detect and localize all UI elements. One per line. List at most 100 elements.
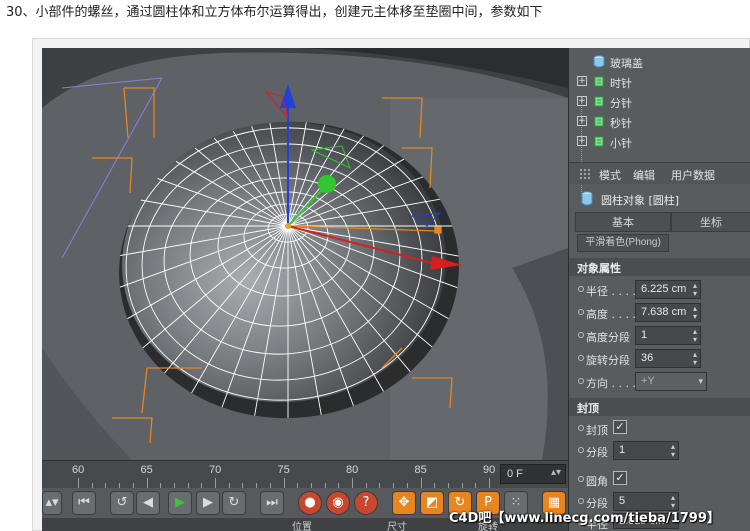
fillet-segments-value: 5 [619, 495, 626, 507]
tab-basic[interactable]: 基本 [575, 212, 671, 232]
expand-icon[interactable]: + [577, 116, 587, 126]
object-list-label: 玻璃盖 [610, 57, 643, 70]
null-object-icon [594, 96, 604, 107]
radius-row: 半径 . . . . 6.225 cm ▴ ▾ [569, 280, 750, 300]
spinner-icon[interactable]: ▴▾ [693, 351, 697, 367]
previous-frame-icon[interactable]: ◀ [136, 491, 160, 515]
spinner-icon[interactable]: ▴▾ [693, 305, 697, 321]
next-frame-icon[interactable]: ▶ [196, 491, 220, 515]
cap-segments-label: 分段 [586, 446, 608, 459]
position-label: 位置 [292, 522, 312, 531]
cap-label: 封顶 [586, 424, 608, 437]
cap-segments-field[interactable]: 1 ▴ ▾ [613, 441, 679, 460]
z-axis-handle[interactable] [318, 175, 336, 193]
timeline-ruler[interactable]: 60 65 70 75 80 85 90 0 F ▴▾ [42, 460, 568, 488]
fillet-checkbox[interactable]: ✓ [613, 471, 627, 485]
animate-dot-icon[interactable] [578, 498, 584, 504]
right-panel: 玻璃盖 + 时针 + 分针 + 秒针 + 小针 模式 编辑 用户数据 圆柱对象 [圆柱] 基本 … [568, 48, 750, 531]
cylinder-icon [581, 191, 593, 206]
object-list-item[interactable]: + 时针 [569, 72, 750, 92]
radius-value: 6.225 cm [641, 283, 687, 295]
play-icon[interactable]: ▶ [168, 491, 192, 515]
fillet-label: 圆角 [586, 475, 608, 488]
spinner-icon[interactable]: ▴▾ [693, 328, 697, 344]
go-to-end-icon[interactable]: ⏭ [260, 491, 284, 515]
null-object-icon [594, 76, 604, 87]
timeline-tick [283, 478, 285, 488]
grip-icon [579, 168, 591, 180]
cap-checkbox[interactable]: ✓ [613, 420, 627, 434]
expand-icon[interactable]: + [577, 76, 587, 86]
3d-viewport[interactable] [42, 48, 568, 460]
height-label: 高度 . . . . [586, 308, 636, 321]
tab-phong[interactable]: 平滑着色(Phong) [577, 234, 669, 252]
page-caption: 30、小部件的螺丝，通过圆柱体和立方体布尔运算得出，创建元主体移至垫圈中间，参数… [6, 5, 543, 20]
caps-header: 封顶 [569, 398, 750, 416]
chevron-down-icon[interactable]: ▾ [698, 377, 703, 386]
timeline-tick [489, 478, 490, 488]
expand-icon[interactable]: + [577, 136, 587, 146]
animate-dot-icon[interactable] [578, 332, 584, 338]
rotation-segments-label: 旋转分段 [586, 354, 630, 367]
go-to-start-icon[interactable]: ⏮ [72, 491, 96, 515]
radius-field[interactable]: 6.225 cm ▴ ▾ [635, 280, 701, 299]
spinner-icon[interactable]: ▴▾ [671, 443, 675, 459]
object-list-label: 时针 [610, 77, 632, 90]
height-field[interactable]: 7.638 cm ▴ ▾ [635, 303, 701, 322]
scale-tool-icon[interactable]: ◩ [420, 491, 444, 515]
timeline-tick [146, 478, 148, 488]
animate-dot-icon[interactable] [578, 425, 584, 431]
spinner-icon[interactable]: ▴▾ [42, 491, 62, 515]
animate-dot-icon[interactable] [578, 286, 584, 292]
animate-dot-icon[interactable] [578, 355, 584, 361]
object-list-item[interactable]: 玻璃盖 [569, 52, 750, 72]
object-list-label: 小针 [610, 137, 632, 150]
radius-label: 半径 . . . . [586, 285, 636, 298]
rotation-segments-value: 36 [641, 352, 654, 364]
height-value: 7.638 cm [641, 306, 687, 318]
orientation-dropdown[interactable]: +Y ▾ [635, 372, 707, 391]
next-keyframe-icon[interactable]: ↻ [222, 491, 246, 515]
object-list-item[interactable]: + 分针 [569, 92, 750, 112]
cylinder-icon [593, 55, 605, 68]
timeline-tick-label: 65 [140, 464, 153, 476]
expand-icon[interactable]: + [577, 96, 587, 106]
timeline-tick [352, 478, 353, 488]
attribute-menubar: 模式 编辑 用户数据 [569, 162, 750, 184]
autokey-icon[interactable]: ◉ [326, 491, 350, 515]
menu-userdata[interactable]: 用户数据 [671, 167, 715, 183]
timeline-tick-label: 60 [72, 464, 85, 476]
timeline-tick [215, 478, 216, 488]
object-list-item[interactable]: + 小针 [569, 132, 750, 152]
animate-dot-icon[interactable] [578, 378, 584, 384]
frame-spinner-icon[interactable]: ▴▾ [551, 467, 561, 478]
current-frame-value: 0 F [507, 468, 523, 480]
animate-dot-icon[interactable] [578, 476, 584, 482]
menu-edit[interactable]: 编辑 [633, 167, 655, 183]
viewport-scene [42, 48, 568, 460]
timeline-tick [78, 478, 79, 488]
menu-mode[interactable]: 模式 [599, 167, 621, 183]
object-title: 圆柱对象 [圆柱] [601, 194, 680, 207]
orientation-row: 方向 . . . . +Y ▾ [569, 372, 750, 392]
keyframe-help-icon[interactable]: ? [354, 491, 378, 515]
record-keyframe-icon[interactable]: ● [298, 491, 322, 515]
fillet-row: 圆角 ✓ [569, 470, 750, 490]
height-row: 高度 . . . . 7.638 cm ▴ ▾ [569, 303, 750, 323]
null-object-icon [594, 136, 604, 147]
current-frame-field[interactable]: 0 F ▴▾ [500, 464, 566, 484]
previous-keyframe-icon[interactable]: ↺ [110, 491, 134, 515]
animate-dot-icon[interactable] [578, 447, 584, 453]
cap-segments-row: 分段 1 ▴ ▾ [569, 441, 750, 461]
attribute-title: 圆柱对象 [圆柱] [569, 188, 750, 210]
height-segments-field[interactable]: 1 ▴ ▾ [635, 326, 701, 345]
timeline-tick-label: 90 [483, 464, 496, 476]
move-tool-icon[interactable]: ✥ [392, 491, 416, 515]
tab-coord[interactable]: 坐标 [671, 212, 750, 232]
rotation-segments-field[interactable]: 36 ▴ ▾ [635, 349, 701, 368]
spinner-icon[interactable]: ▴▾ [693, 282, 697, 298]
animate-dot-icon[interactable] [578, 309, 584, 315]
cap-segments-value: 1 [619, 444, 626, 456]
orientation-label: 方向 . . . . [586, 377, 636, 390]
object-list-item[interactable]: + 秒针 [569, 112, 750, 132]
